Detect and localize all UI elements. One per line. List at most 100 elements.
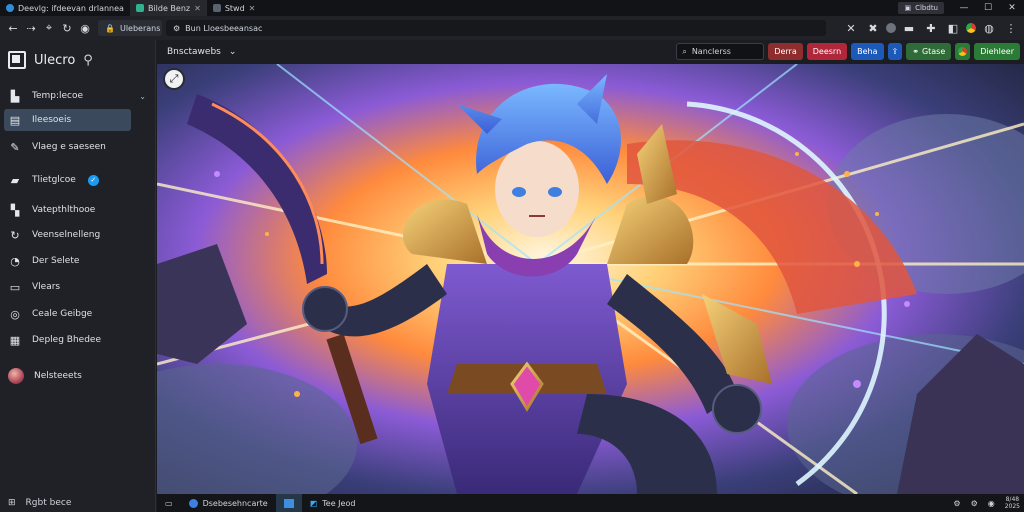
window-icon: [283, 498, 294, 508]
refresh-icon[interactable]: ↻: [58, 19, 76, 37]
bookmark-icon: ▙: [10, 89, 20, 103]
close-tab-icon[interactable]: ✕: [249, 4, 256, 13]
button-label: Deesrn: [812, 47, 842, 56]
forward-icon[interactable]: ⇢: [22, 19, 40, 37]
action-button-5[interactable]: Diehleer: [974, 43, 1020, 60]
sidebar-item-views[interactable]: ▭ Vlears: [0, 275, 156, 299]
tab-1[interactable]: Deevlg: ifdeevan drlannea: [0, 0, 130, 16]
button-label: Gtase: [921, 47, 946, 56]
sidebar-item-tags[interactable]: ▰ Tlietglcoe ✓: [0, 168, 156, 192]
download-icon[interactable]: ▬: [900, 19, 918, 37]
artwork-canvas[interactable]: ⤢: [157, 64, 1024, 494]
action-button-3[interactable]: Beha: [851, 43, 884, 60]
sidebar-item-label: Vlears: [32, 282, 61, 292]
brand-name: Ulecro: [34, 52, 76, 68]
breadcrumb[interactable]: Bnsctawebs ⌄: [167, 47, 236, 57]
sidebar-item-account[interactable]: Nelsteeets: [0, 364, 156, 388]
close-icon[interactable]: ✖: [864, 19, 882, 37]
sidebar-item-libraries[interactable]: ▤ Ileesoeis: [4, 109, 131, 131]
chevron-down-icon[interactable]: ⌄: [139, 92, 146, 101]
profile-chip[interactable]: ▣ Clbdtu: [898, 2, 944, 14]
clock-time: 8/48: [1005, 496, 1020, 503]
color-button[interactable]: [955, 43, 971, 60]
record-icon[interactable]: [886, 23, 896, 33]
sidebar-item-variations[interactable]: ↻ Veenselnelleng: [0, 223, 156, 247]
grid-icon: ▚: [10, 203, 20, 217]
site-info-box[interactable]: 🔒 Uleberans: [98, 20, 162, 36]
document-icon: ▤: [9, 113, 21, 127]
sidebar-item-label: Ceale Geibge: [32, 309, 93, 319]
refresh-icon: ↻: [10, 228, 20, 242]
header-actions: ⌕ Nanclerss Derra Deesrn Beha ⇪ ⚭ Gtase …: [676, 43, 1020, 60]
site-name: Uleberans: [119, 23, 161, 33]
profile-label: Clbdtu: [915, 4, 938, 12]
share-button[interactable]: ⇪: [887, 43, 903, 60]
chrome-icon[interactable]: [966, 23, 976, 33]
maximize-icon[interactable]: ☐: [976, 0, 1000, 16]
browser-window: Deevlg: ifdeevan drlannea Bilde Benz ✕ S…: [0, 0, 1024, 512]
address-bar[interactable]: ⚙ Bun Lloesbeeansac: [166, 20, 826, 36]
account-icon[interactable]: ◍: [980, 19, 998, 37]
sidebar-item-display[interactable]: ▦ Depleg Bhedee: [0, 328, 156, 352]
app-logo-icon: [8, 51, 26, 69]
sidebar-item-templates[interactable]: ▙ Temp:lecoe ⌄: [0, 84, 156, 108]
sidebar-item-collections[interactable]: ▚ Vatepthlthooe: [0, 198, 156, 222]
sidebar-item-selects[interactable]: ◔ Der Selete: [0, 249, 156, 273]
clear-icon[interactable]: ✕: [842, 19, 860, 37]
verified-icon: ✓: [87, 174, 99, 186]
chat-icon: ◔: [10, 254, 20, 268]
task-view-icon[interactable]: ▭: [157, 494, 181, 512]
sidebar-item-label: Tlietglcoe: [32, 175, 76, 185]
sidebar-item-label: Depleg Bhedee: [32, 335, 101, 345]
tab-3[interactable]: Stwd ✕: [207, 0, 262, 16]
calendar-icon: ▦: [9, 333, 21, 347]
user-icon: ▣: [904, 4, 912, 12]
open-external-icon[interactable]: ⤢: [163, 68, 185, 90]
sidebar-brand[interactable]: Ulecro ⚲: [0, 40, 155, 80]
location-icon: ◎: [10, 307, 20, 321]
taskbar-item-active[interactable]: [275, 494, 302, 512]
system-tray: ⚙ ⚙ ◉ 8/48 2025: [953, 494, 1020, 512]
action-button-2[interactable]: Deesrn: [806, 43, 848, 60]
taskbar-item-label: Tee Jeod: [322, 498, 356, 508]
taskbar-item-label: Dsebesehncarte: [202, 498, 268, 508]
minimize-icon[interactable]: —: [952, 0, 976, 16]
taskbar-item-editor[interactable]: ◩ Tee Jeod: [302, 494, 364, 512]
toolbar-extensions: ✕ ✖ ▬ ✚ ◧ ◍ ⋮: [842, 19, 1020, 37]
search-input[interactable]: ⌕ Nanclerss: [676, 43, 765, 60]
sidebar-icon[interactable]: ◧: [944, 19, 962, 37]
settings-icon[interactable]: ⚙: [971, 499, 978, 508]
avatar: [8, 368, 24, 384]
volume-icon[interactable]: ◉: [988, 499, 995, 508]
clock[interactable]: 8/48 2025: [1005, 496, 1020, 510]
browser-icon: [188, 498, 198, 508]
action-button-4[interactable]: ⚭ Gtase: [906, 43, 952, 60]
sidebar-item-label: Nelsteeets: [34, 371, 82, 381]
sidebar-item-label: Der Selete: [32, 256, 80, 266]
sidebar-footer[interactable]: ⊞ Rgbt bece: [0, 494, 156, 512]
share-icon[interactable]: ⌖: [40, 19, 58, 37]
sidebar-item-image-search[interactable]: ✎ Vlaeg e saeseen: [0, 135, 156, 159]
action-button-1[interactable]: Derra: [768, 43, 803, 60]
back-icon[interactable]: ←: [4, 19, 22, 37]
network-icon[interactable]: ⚙: [953, 499, 960, 508]
search-icon: ⌕: [682, 46, 687, 56]
site-favicon-icon: [212, 4, 221, 12]
close-tab-icon[interactable]: ✕: [194, 4, 201, 13]
sidebar: Ulecro ⚲ ▙ Temp:lecoe ⌄ ▤ Ileesoeis ✎ Vl…: [0, 40, 156, 512]
pin-icon[interactable]: ⚲: [83, 53, 93, 68]
shield-icon[interactable]: ◉: [76, 19, 94, 37]
content-header: Bnsctawebs ⌄ ⌕ Nanclerss Derra Deesrn Be…: [157, 40, 1024, 64]
site-settings-icon: ⚙: [173, 23, 181, 33]
menu-icon[interactable]: ⋮: [1002, 19, 1020, 37]
app-icon: ◩: [309, 498, 318, 508]
sidebar-item-settings[interactable]: ◎ Ceale Geibge: [0, 302, 156, 326]
taskbar-item-browser[interactable]: Dsebesehncarte: [181, 494, 276, 512]
sidebar-item-label: Vatepthlthooe: [32, 205, 96, 215]
folder-icon: ▰: [10, 173, 20, 187]
extension-icon[interactable]: ✚: [922, 19, 940, 37]
sidebar-footer-label: Rgbt bece: [25, 498, 72, 508]
close-window-icon[interactable]: ✕: [1000, 0, 1024, 16]
sidebar-item-label: Veenselnelleng: [32, 230, 101, 240]
tab-2[interactable]: Bilde Benz ✕: [129, 0, 207, 16]
